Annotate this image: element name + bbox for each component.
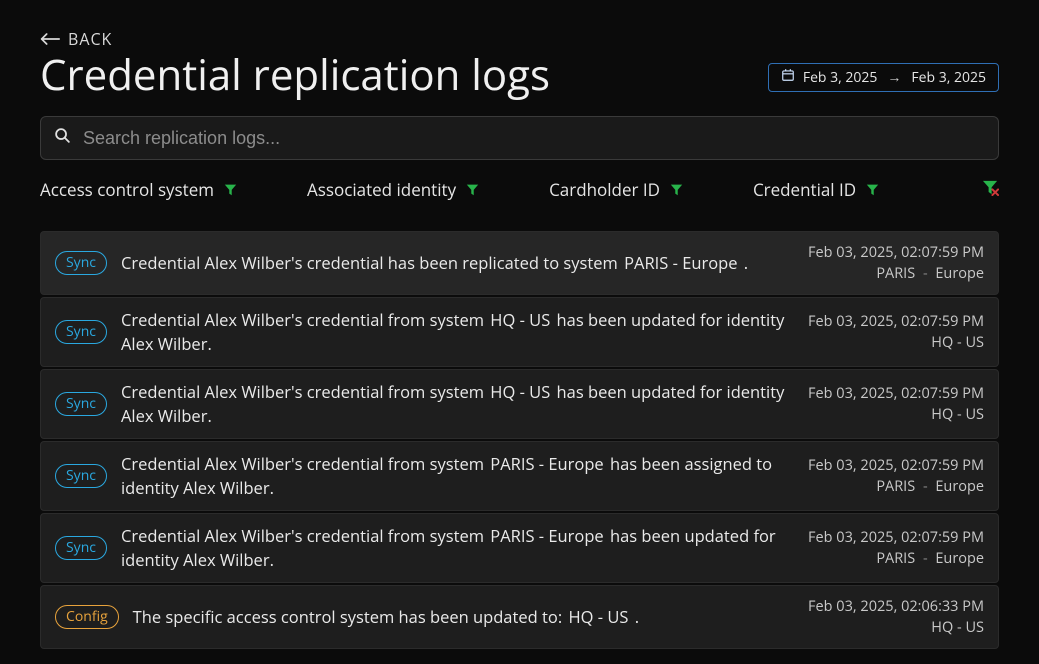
log-message-text: Credential Alex Wilber's credential from…: [121, 308, 488, 331]
log-system-name: PARIS - Europe: [488, 524, 610, 547]
log-system-name: HQ - US: [488, 308, 556, 331]
arrow-right-icon: →: [885, 68, 903, 87]
funnel-icon: [466, 178, 479, 201]
filter-access-control-system[interactable]: Access control system: [40, 178, 237, 201]
log-system-name: PARIS - Europe: [622, 251, 744, 274]
log-message-text: The specific access control system has b…: [133, 605, 567, 628]
log-message-text: Credential Alex Wilber's credential from…: [121, 452, 488, 475]
sync-badge: Sync: [55, 320, 107, 344]
log-message-text: .: [635, 605, 639, 628]
filter-label: Credential ID: [753, 178, 856, 201]
log-location-separator: -: [915, 477, 935, 496]
log-meta: Feb 03, 2025, 02:06:33 PMHQ - US: [808, 596, 984, 638]
calendar-icon: [781, 68, 795, 87]
log-row[interactable]: Config The specific access control system…: [40, 585, 999, 649]
sync-badge: Sync: [55, 464, 107, 488]
log-system-name: HQ - US: [488, 380, 556, 403]
log-location: PARIS - Europe: [808, 263, 984, 284]
page-title: Credential replication logs: [40, 52, 550, 98]
log-message: Credential Alex Wilber's credential from…: [121, 524, 794, 572]
log-location: PARIS - Europe: [808, 476, 984, 497]
log-timestamp: Feb 03, 2025, 02:07:59 PM: [808, 242, 984, 263]
config-badge: Config: [55, 605, 119, 629]
log-location-secondary: Europe: [935, 477, 984, 496]
log-message: Credential Alex Wilber's credential from…: [121, 308, 794, 356]
log-system-name: PARIS - Europe: [488, 452, 610, 475]
log-location-primary: PARIS: [876, 264, 915, 283]
log-meta: Feb 03, 2025, 02:07:59 PMPARIS - Europe: [808, 455, 984, 497]
sync-badge: Sync: [55, 392, 107, 416]
filter-cardholder-id[interactable]: Cardholder ID: [549, 178, 683, 201]
log-system-name: HQ - US: [566, 605, 634, 628]
log-location: HQ - US: [808, 332, 984, 353]
search-input[interactable]: [40, 116, 999, 160]
log-timestamp: Feb 03, 2025, 02:07:59 PM: [808, 527, 984, 548]
filter-label: Access control system: [40, 178, 214, 201]
log-location-primary: PARIS: [876, 477, 915, 496]
filter-credential-id[interactable]: Credential ID: [753, 178, 879, 201]
log-location-separator: -: [915, 264, 935, 283]
log-location-primary: HQ - US: [931, 405, 984, 424]
log-message: Credential Alex Wilber's credential has …: [121, 251, 794, 275]
filter-associated-identity[interactable]: Associated identity: [307, 178, 479, 201]
funnel-icon: [224, 178, 237, 201]
date-range-picker[interactable]: Feb 3, 2025 → Feb 3, 2025: [768, 63, 999, 92]
log-meta: Feb 03, 2025, 02:07:59 PMPARIS - Europe: [808, 527, 984, 569]
log-location-secondary: Europe: [935, 549, 984, 568]
log-row[interactable]: Sync Credential Alex Wilber's credential …: [40, 441, 999, 511]
log-message: Credential Alex Wilber's credential from…: [121, 452, 794, 500]
log-timestamp: Feb 03, 2025, 02:07:59 PM: [808, 311, 984, 332]
funnel-icon: [866, 178, 879, 201]
log-location: HQ - US: [808, 617, 984, 638]
filter-label: Cardholder ID: [549, 178, 660, 201]
log-message-text: .: [744, 251, 748, 274]
log-row[interactable]: Sync Credential Alex Wilber's credential …: [40, 231, 999, 295]
search-icon: [54, 127, 71, 149]
log-row[interactable]: Sync Credential Alex Wilber's credential …: [40, 297, 999, 367]
log-row[interactable]: Sync Credential Alex Wilber's credential …: [40, 513, 999, 583]
log-meta: Feb 03, 2025, 02:07:59 PMHQ - US: [808, 311, 984, 353]
sync-badge: Sync: [55, 251, 107, 275]
sync-badge: Sync: [55, 536, 107, 560]
arrow-left-icon: [40, 33, 60, 45]
date-range-end: Feb 3, 2025: [911, 68, 986, 87]
funnel-icon: [670, 178, 683, 201]
log-message: The specific access control system has b…: [133, 605, 794, 629]
log-message-text: Credential Alex Wilber's credential from…: [121, 524, 488, 547]
log-timestamp: Feb 03, 2025, 02:06:33 PM: [808, 596, 984, 617]
log-location-primary: HQ - US: [931, 333, 984, 352]
funnel-clear-icon: [982, 178, 999, 201]
clear-filters-button[interactable]: [982, 178, 999, 201]
log-location: PARIS - Europe: [808, 548, 984, 569]
log-message-text: Credential Alex Wilber's credential has …: [121, 251, 622, 274]
log-timestamp: Feb 03, 2025, 02:07:59 PM: [808, 383, 984, 404]
date-range-start: Feb 3, 2025: [803, 68, 878, 87]
log-meta: Feb 03, 2025, 02:07:59 PMPARIS - Europe: [808, 242, 984, 284]
log-location: HQ - US: [808, 404, 984, 425]
log-location-separator: -: [915, 549, 935, 568]
log-message-text: Credential Alex Wilber's credential from…: [121, 380, 488, 403]
log-location-primary: HQ - US: [931, 618, 984, 637]
log-meta: Feb 03, 2025, 02:07:59 PMHQ - US: [808, 383, 984, 425]
log-message: Credential Alex Wilber's credential from…: [121, 380, 794, 428]
log-row[interactable]: Sync Credential Alex Wilber's credential …: [40, 369, 999, 439]
filter-label: Associated identity: [307, 178, 456, 201]
logs-list: Sync Credential Alex Wilber's credential …: [40, 231, 999, 648]
log-location-secondary: Europe: [935, 264, 984, 283]
log-timestamp: Feb 03, 2025, 02:07:59 PM: [808, 455, 984, 476]
log-location-primary: PARIS: [876, 549, 915, 568]
